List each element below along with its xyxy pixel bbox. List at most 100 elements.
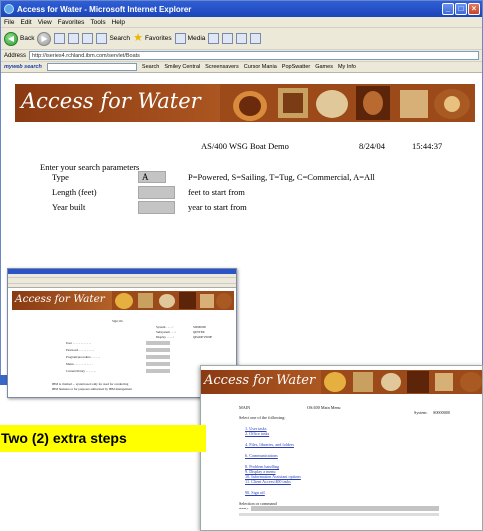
stop-icon[interactable] <box>54 33 66 44</box>
links-cursor-mania[interactable]: Cursor Mania <box>244 64 277 70</box>
links-games[interactable]: Games <box>315 64 333 70</box>
signon-password-label: Password . . . . . . . . . . <box>66 348 95 352</box>
history-icon[interactable] <box>208 33 220 44</box>
callout-text: Two (2) extra steps <box>1 430 127 446</box>
type-label: Type <box>52 172 69 182</box>
length-label: Length (feet) <box>52 187 97 197</box>
year-help: year to start from <box>188 202 247 212</box>
mainmenu-command-prompt: ===> <box>239 506 249 511</box>
print-icon[interactable] <box>236 33 248 44</box>
favorites-star-icon: ★ <box>133 32 143 44</box>
screenshot-stage: Access for Water - Microsoft Internet Ex… <box>0 0 483 531</box>
signon-display-value: QPADEV000F <box>193 335 213 339</box>
mainmenu-name: MAIN <box>239 405 251 410</box>
menu-option-client-access[interactable]: 11. Client Access/400 tasks <box>245 479 291 484</box>
signon-banner: Access for Water <box>12 291 234 310</box>
forward-button[interactable]: ▶ <box>37 31 52 46</box>
signon-library-label: Current library . . . . . . . <box>66 369 97 373</box>
menu-edit[interactable]: Edit <box>20 19 31 26</box>
signon-program-label: Program/procedure . . . . . . <box>66 355 101 359</box>
signon-heading: Sign On <box>112 319 123 323</box>
mainmenu-window-thumbnail[interactable]: Access for Water MAIN OS/400 Main Menu S… <box>200 365 483 531</box>
signon-display-label: Display . . . . : <box>156 335 174 339</box>
menu-favorites[interactable]: Favorites <box>58 19 85 26</box>
menu-file[interactable]: File <box>4 19 14 26</box>
window-controls: _ □ × <box>442 3 480 15</box>
search-prompt: Enter your search parameters <box>40 162 140 172</box>
folder-icon[interactable] <box>250 33 262 44</box>
search-button[interactable]: Search <box>96 33 130 44</box>
menu-option-sign-off[interactable]: 90. Sign off <box>245 490 265 495</box>
mainmenu-banner: Access for Water <box>201 370 482 394</box>
mainmenu-fkey-bar <box>239 513 439 516</box>
media-button[interactable]: Media <box>174 33 206 44</box>
menu-bar: File Edit View Favorites Tools Help <box>1 17 482 28</box>
signon-linksbar <box>8 284 236 288</box>
type-help: P=Powered, S=Sailing, T=Tug, C=Commercia… <box>188 172 375 182</box>
address-input[interactable]: http://iseries4.rchland.ibm.com/servlet/… <box>29 51 479 60</box>
links-toolbar: myweb search Search Smiley Central Scree… <box>1 62 482 73</box>
links-screensavers[interactable]: Screensavers <box>205 64 239 70</box>
menu-option-files-libraries[interactable]: 4. Files, libraries, and folders <box>245 442 294 447</box>
menu-help[interactable]: Help <box>112 19 125 26</box>
signon-banner-title: Access for Water <box>15 293 105 305</box>
length-help: feet to start from <box>188 187 245 197</box>
back-label: Back <box>20 35 35 42</box>
minimize-button[interactable]: _ <box>442 3 454 15</box>
signon-subsystem-label: Subsystem . . . : <box>156 330 177 334</box>
window-title: Access for Water - Microsoft Internet Ex… <box>17 4 192 14</box>
menu-option-office-tasks[interactable]: 2. Office tasks <box>245 431 269 436</box>
current-date: 8/24/04 <box>359 141 385 151</box>
signon-menu-label: Menu . . . . . . . . . . . . <box>66 362 93 366</box>
browser-toolbar: ◀ Back ▶ Search ★ Favorites Media <box>1 28 482 50</box>
address-bar: Address http://iseries4.rchland.ibm.com/… <box>1 50 482 62</box>
signon-user-input[interactable] <box>146 341 170 345</box>
year-label: Year built <box>52 202 86 212</box>
address-label: Address <box>4 52 27 59</box>
favorites-button[interactable]: ★ Favorites <box>133 33 172 44</box>
home-icon[interactable] <box>82 33 94 44</box>
refresh-icon[interactable] <box>68 33 80 44</box>
signon-menu-input[interactable] <box>146 362 170 366</box>
signon-subsystem-value: QINTER <box>193 330 205 334</box>
length-input[interactable] <box>138 186 175 199</box>
toolbar-search-input[interactable] <box>46 63 137 71</box>
favorites-label: Favorites <box>144 35 172 42</box>
mainmenu-system-label: System: <box>414 410 428 415</box>
browser-titlebar: Access for Water - Microsoft Internet Ex… <box>1 1 482 17</box>
search-label: Search <box>109 35 131 42</box>
signon-footer-line1: IBM is claimed ... system used only for … <box>52 382 129 386</box>
year-input[interactable] <box>138 201 175 214</box>
maximize-button[interactable]: □ <box>455 3 467 15</box>
menu-view[interactable]: View <box>38 19 52 26</box>
signon-password-input[interactable] <box>146 348 170 352</box>
menu-tools[interactable]: Tools <box>90 19 105 26</box>
mainmenu-command-input[interactable] <box>251 506 439 511</box>
mainmenu-select-prompt: Select one of the following: <box>239 415 286 420</box>
back-button[interactable]: ◀ Back <box>4 31 35 46</box>
menu-option-communications[interactable]: 6. Communications <box>245 453 278 458</box>
signon-program-input[interactable] <box>146 355 170 359</box>
signon-library-input[interactable] <box>146 369 170 373</box>
links-smiley-central[interactable]: Smiley Central <box>164 64 200 70</box>
app-header: AS/400 WSG Boat Demo <box>201 141 289 151</box>
type-input[interactable]: A <box>138 171 166 183</box>
ie-icon <box>4 4 14 14</box>
media-label: Media <box>187 35 206 42</box>
current-time: 15:44:37 <box>412 141 443 151</box>
search-icon <box>96 33 108 44</box>
links-search[interactable]: Search <box>142 64 159 70</box>
myweb-search-logo: myweb search <box>4 64 42 70</box>
mainmenu-banner-photo <box>321 370 482 394</box>
signon-system-label: System . . . . : <box>156 325 174 329</box>
mail-icon[interactable] <box>222 33 234 44</box>
links-my-info[interactable]: My Info <box>338 64 356 70</box>
mainmenu-banner-title: Access for Water <box>204 373 316 388</box>
signon-footer-line2: IBM business or for purposes authorized … <box>52 387 132 391</box>
close-button[interactable]: × <box>468 3 480 15</box>
signon-system-value: S0000000 <box>193 325 206 329</box>
mainmenu-title: OS/400 Main Menu <box>307 405 341 410</box>
links-popswatter[interactable]: PopSwatter <box>282 64 310 70</box>
back-arrow-icon: ◀ <box>4 31 18 46</box>
signon-banner-photo <box>112 291 234 310</box>
